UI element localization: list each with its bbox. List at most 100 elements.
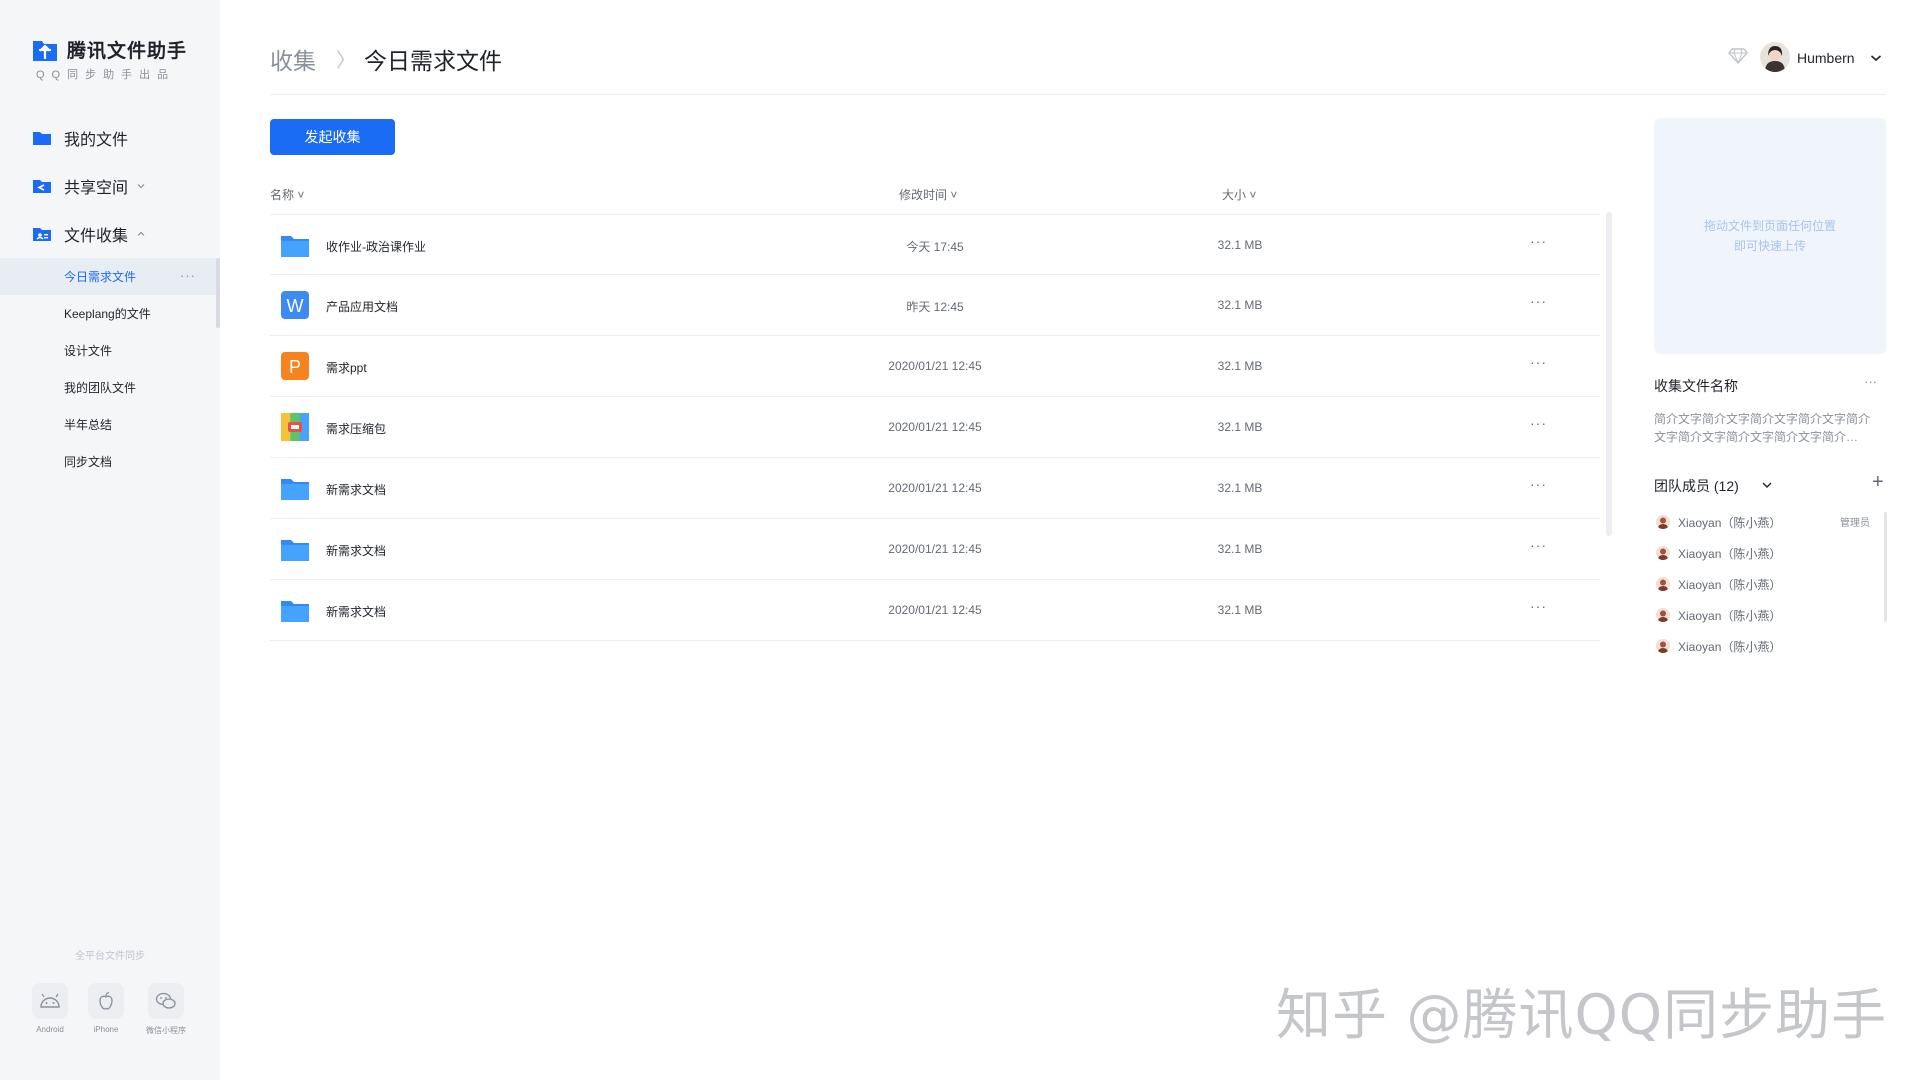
folder-icon bbox=[281, 236, 309, 257]
member-item[interactable]: Xiaoyan（陈小燕） bbox=[1656, 605, 1781, 625]
more-icon[interactable]: ··· bbox=[1530, 293, 1547, 309]
start-collect-button[interactable]: 发起收集 bbox=[270, 119, 395, 155]
wechat-icon bbox=[155, 992, 176, 1009]
more-icon[interactable]: ··· bbox=[1530, 537, 1547, 553]
file-name[interactable]: 新需求文档 bbox=[326, 603, 386, 620]
file-name[interactable]: 产品应用文档 bbox=[326, 298, 398, 315]
file-name[interactable]: 收作业-政治课作业 bbox=[326, 238, 426, 255]
chevron-down-icon[interactable] bbox=[1870, 53, 1882, 63]
platform-wechat[interactable]: 微信小程序 bbox=[138, 983, 194, 1036]
platform-label: Android bbox=[36, 1025, 64, 1034]
file-name[interactable]: 需求ppt bbox=[326, 359, 367, 376]
sub-item-sync-docs[interactable]: 同步文档 bbox=[0, 443, 216, 480]
logo-icon bbox=[33, 40, 57, 61]
nav-shared-space[interactable]: 共享空间 bbox=[32, 174, 146, 198]
table-row[interactable]: 收作业-政治课作业 今天 17:45 32.1 MB ··· bbox=[270, 214, 1600, 275]
nav-my-files[interactable]: 我的文件 bbox=[32, 126, 128, 150]
file-size: 32.1 MB bbox=[1217, 359, 1263, 373]
more-icon[interactable]: ··· bbox=[1530, 233, 1547, 249]
more-icon[interactable]: ··· bbox=[1530, 476, 1547, 492]
member-name: Xiaoyan（陈小燕） bbox=[1678, 546, 1782, 561]
column-header-size[interactable]: 大小 ˅ bbox=[1222, 186, 1256, 203]
member-item[interactable]: Xiaoyan（陈小燕） bbox=[1656, 636, 1781, 656]
table-row[interactable]: 新需求文档 2020/01/21 12:45 32.1 MB ··· bbox=[270, 580, 1600, 641]
file-modified: 2020/01/21 12:45 bbox=[888, 542, 982, 556]
platform-android[interactable]: Android bbox=[22, 983, 78, 1034]
app-logo[interactable]: 腾讯文件助手 bbox=[32, 36, 187, 63]
table-row[interactable]: 新需求文档 2020/01/21 12:45 32.1 MB ··· bbox=[270, 519, 1600, 580]
file-size: 32.1 MB bbox=[1217, 420, 1263, 434]
column-header-modified[interactable]: 修改时间 ˅ bbox=[899, 186, 957, 203]
upload-dropzone[interactable]: 拖动文件到页面任何位置 即可快速上传 bbox=[1654, 118, 1886, 354]
sub-item-keeplang[interactable]: Keeplang的文件 bbox=[0, 295, 216, 332]
more-icon[interactable]: ··· bbox=[1530, 415, 1547, 431]
team-members-title[interactable]: 团队成员 (12) bbox=[1654, 476, 1739, 496]
more-icon[interactable]: ··· bbox=[180, 268, 196, 283]
file-size: 32.1 MB bbox=[1217, 603, 1263, 617]
file-size: 32.1 MB bbox=[1217, 298, 1263, 312]
sub-item-half-year[interactable]: 半年总结 bbox=[0, 406, 216, 443]
chevron-down-icon[interactable] bbox=[1761, 480, 1773, 490]
apple-icon bbox=[99, 991, 113, 1010]
file-name[interactable]: 新需求文档 bbox=[326, 481, 386, 498]
platform-label: 微信小程序 bbox=[146, 1026, 186, 1035]
member-role-badge: 管理员 bbox=[1840, 518, 1870, 529]
table-row[interactable]: P 需求ppt 2020/01/21 12:45 32.1 MB ··· bbox=[270, 336, 1600, 397]
folder-icon bbox=[281, 601, 309, 622]
add-member-button[interactable]: + bbox=[1872, 472, 1884, 492]
android-icon bbox=[40, 993, 60, 1008]
avatar bbox=[1656, 515, 1670, 529]
header-divider bbox=[270, 94, 1886, 95]
platform-label: iPhone bbox=[93, 1025, 119, 1034]
sub-item-today-files[interactable]: 今日需求文件 ··· bbox=[0, 258, 216, 295]
table-row[interactable]: 新需求文档 2020/01/21 12:45 32.1 MB ··· bbox=[270, 458, 1600, 519]
avatar[interactable] bbox=[1760, 42, 1790, 72]
platform-iphone[interactable]: iPhone bbox=[78, 983, 134, 1034]
file-list-scrollbar[interactable] bbox=[1606, 212, 1612, 536]
sub-item-team[interactable]: 我的团队文件 bbox=[0, 369, 216, 406]
vip-diamond-icon[interactable] bbox=[1728, 48, 1748, 64]
sync-caption: 全平台文件同步 bbox=[75, 951, 145, 962]
sub-item-label: 我的团队文件 bbox=[64, 381, 137, 395]
chevron-up-icon[interactable] bbox=[136, 229, 146, 239]
user-name[interactable]: Humbern bbox=[1797, 50, 1855, 66]
member-list-scrollbar[interactable] bbox=[1884, 512, 1887, 622]
file-name[interactable]: 需求压缩包 bbox=[326, 420, 386, 437]
member-item[interactable]: Xiaoyan（陈小燕） bbox=[1656, 543, 1781, 563]
nav-label: 我的文件 bbox=[64, 132, 129, 149]
more-icon[interactable]: ··· bbox=[1530, 598, 1547, 614]
member-item[interactable]: Xiaoyan（陈小燕） bbox=[1656, 574, 1781, 594]
table-row[interactable]: 需求压缩包 2020/01/21 12:45 32.1 MB ··· bbox=[270, 397, 1600, 458]
zip-file-icon bbox=[281, 413, 309, 441]
folder-icon bbox=[281, 540, 309, 561]
member-name: Xiaoyan（陈小燕） bbox=[1678, 639, 1782, 654]
file-modified: 2020/01/21 12:45 bbox=[888, 481, 982, 495]
nav-label: 共享空间 bbox=[64, 180, 129, 197]
page-title: 今日需求文件 bbox=[364, 48, 502, 74]
member-name: Xiaoyan（陈小燕） bbox=[1678, 515, 1782, 530]
app-title: 腾讯文件助手 bbox=[67, 41, 188, 62]
avatar bbox=[1656, 608, 1670, 622]
sidebar-scrollbar[interactable] bbox=[216, 258, 220, 328]
svg-text:W: W bbox=[287, 296, 304, 316]
member-name: Xiaoyan（陈小燕） bbox=[1678, 577, 1782, 592]
column-header-name[interactable]: 名称 ˅ bbox=[270, 186, 304, 203]
sub-item-label: 同步文档 bbox=[64, 455, 113, 469]
folder-icon bbox=[281, 479, 309, 500]
file-name[interactable]: 新需求文档 bbox=[326, 542, 386, 559]
chevron-down-icon[interactable] bbox=[136, 181, 146, 191]
sub-item-design[interactable]: 设计文件 bbox=[0, 332, 216, 369]
nav-file-collect[interactable]: 文件收集 bbox=[32, 222, 146, 246]
breadcrumb-separator: 〉 bbox=[336, 50, 356, 72]
member-item[interactable]: Xiaoyan（陈小燕） bbox=[1656, 512, 1781, 532]
sub-item-label: Keeplang的文件 bbox=[64, 307, 151, 321]
file-modified: 今天 17:45 bbox=[906, 240, 964, 254]
dropzone-text: 拖动文件到页面任何位置 bbox=[1703, 219, 1836, 233]
more-icon[interactable]: ··· bbox=[1864, 374, 1877, 389]
member-name: Xiaoyan（陈小燕） bbox=[1678, 608, 1782, 623]
more-icon[interactable]: ··· bbox=[1530, 354, 1547, 370]
table-row[interactable]: W 产品应用文档 昨天 12:45 32.1 MB ··· bbox=[270, 275, 1600, 336]
breadcrumb-root[interactable]: 收集 bbox=[270, 42, 316, 76]
svg-text:P: P bbox=[289, 357, 301, 377]
dropzone-text: 即可快速上传 bbox=[1733, 239, 1806, 253]
